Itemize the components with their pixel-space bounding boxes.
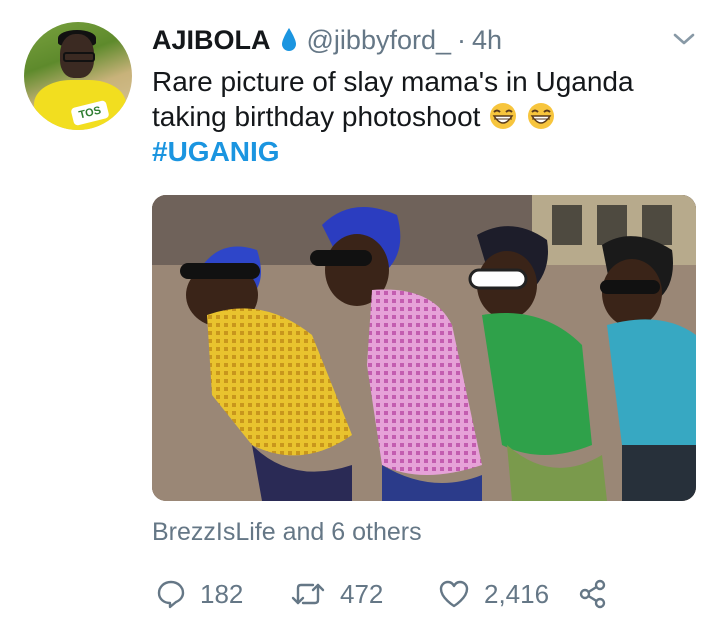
tweet-photo[interactable] [152,195,696,501]
tweet-text: Rare picture of slay mama's in Uganda ta… [152,64,692,169]
share-icon [578,579,608,609]
header-separator: · [457,24,466,55]
liked-by-summary[interactable]: BrezzIsLife and 6 others [152,518,422,547]
tweet-text-line-2-text: taking birthday photoshoot [152,101,481,132]
grinning-squinting-face-icon [526,102,556,130]
author-display-name[interactable]: AJIBOLA [152,25,271,56]
reply-icon [156,579,186,609]
avatar-glasses [63,52,95,62]
chevron-down-icon[interactable] [672,30,696,48]
author-handle[interactable]: @jibbyford_ [307,25,451,56]
retweet-count: 472 [340,578,384,609]
author-avatar[interactable]: TOS [24,22,132,130]
tweet-text-line-1: Rare picture of slay mama's in Uganda [152,66,634,97]
reply-button[interactable]: 182 [156,574,243,614]
share-button[interactable] [578,574,608,614]
heart-icon [438,579,470,609]
tweet-text-line-2: taking birthday photoshoot [152,99,692,134]
tweet-actions: 182 472 2,416 [152,574,622,614]
reply-count: 182 [200,578,244,609]
like-count: 2,416 [484,578,550,609]
water-drop-icon [281,27,297,53]
tweet-timestamp[interactable]: 4h [472,25,502,56]
photo-illustration [152,195,696,501]
retweet-button[interactable]: 472 [290,574,383,614]
hashtag-link[interactable]: #UGANIG [152,134,692,169]
tweet-header: AJIBOLA @jibbyford_ · 4h [152,22,502,58]
like-button[interactable]: 2,416 [438,574,549,614]
retweet-icon [290,579,326,609]
grinning-squinting-face-icon [488,102,518,130]
